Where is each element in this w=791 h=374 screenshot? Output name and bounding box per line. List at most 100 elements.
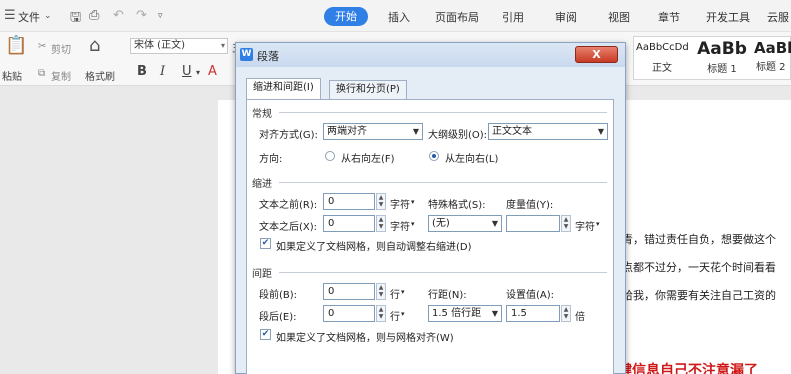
spacing-before-label: 段前(B): [259, 290, 298, 301]
tab-developer[interactable]: 开发工具 [706, 9, 750, 25]
underline-button[interactable]: U [182, 64, 192, 79]
dialog-title: 段落 [257, 50, 279, 63]
direction-label: 方向: [259, 154, 283, 165]
hamburger-icon[interactable]: ☰ [4, 8, 16, 23]
indent-after-spinner[interactable]: ▲ ▼ [376, 215, 386, 232]
section-indent: 缩进 [252, 179, 272, 190]
measure-label: 度量值(Y): [506, 200, 554, 211]
menu-bar: ☰ 文件 ⌄ 🖫 ⎙ ↶ ↷ ▿ 开始 插入 页面布局 引用 审阅 视图 章节 … [0, 0, 791, 32]
rtl-radio[interactable] [325, 151, 335, 161]
indent-before-label: 文本之前(R): [259, 200, 318, 211]
ltr-label[interactable]: 从左向右(L) [445, 150, 498, 165]
tab-insert[interactable]: 插入 [388, 9, 410, 25]
spacing-after-label: 段后(E): [259, 312, 297, 323]
format-painter-button[interactable]: 格式刷 [85, 68, 115, 83]
measure-spinner[interactable]: ▲ ▼ [561, 215, 571, 232]
dialog-title-bar[interactable]: W 段落 X [236, 43, 625, 67]
tab-panel: 常规 对齐方式(G): 两端对齐 ▼ 大纲级别(O): 正文文本 ▼ 方向: 从… [246, 99, 614, 374]
divider [279, 182, 607, 183]
document-line: 给我，你需要有关注自己工资的 [622, 289, 776, 302]
divider [279, 272, 607, 273]
divider [279, 112, 607, 113]
styles-gallery: AaBbCcDd 正文 AaBb 标题 1 AaBl 标题 2 [633, 36, 791, 80]
snap-to-grid-label[interactable]: 如果定义了文档网格，则与网格对齐(W) [276, 329, 454, 344]
copy-button[interactable]: 复制 [51, 68, 71, 83]
bold-button[interactable]: B [137, 64, 147, 79]
rtl-label[interactable]: 从右向左(F) [341, 150, 395, 165]
paste-button[interactable]: 粘贴 [2, 68, 22, 83]
chevron-down-icon[interactable]: ▾ [411, 220, 415, 228]
tab-chapter[interactable]: 章节 [658, 9, 680, 25]
cut-button[interactable]: 剪切 [51, 41, 71, 56]
line-spacing-label: 行距(N): [428, 290, 467, 301]
style-heading-2[interactable]: AaBl 标题 2 [754, 37, 791, 79]
spacing-before-unit: 行 [390, 290, 400, 301]
font-name-select[interactable]: 宋体 (正文) ▾ [130, 38, 228, 54]
auto-adjust-checkbox[interactable]: ✔ [260, 238, 271, 249]
italic-button[interactable]: I [160, 64, 165, 79]
spacing-after-unit: 行 [390, 312, 400, 323]
alignment-select[interactable]: 两端对齐 ▼ [323, 123, 423, 140]
outline-level-label: 大纲级别(O): [428, 130, 488, 141]
snap-to-grid-checkbox[interactable]: ✔ [260, 329, 271, 340]
copy-icon: ⧉ [38, 68, 46, 79]
chevron-down-icon[interactable]: ▾ [401, 288, 405, 296]
redo-icon[interactable]: ↷ [136, 8, 147, 23]
chevron-down-icon: ▾ [220, 41, 225, 50]
tab-home[interactable]: 开始 [324, 7, 368, 26]
indent-before-input[interactable]: 0 [323, 193, 375, 210]
save-icon[interactable]: 🖫 [70, 8, 81, 30]
chevron-down-icon: ▼ [491, 219, 498, 228]
special-format-select[interactable]: (无) ▼ [428, 215, 502, 232]
measure-unit: 字符 [575, 222, 595, 233]
tab-page-layout[interactable]: 页面布局 [435, 9, 479, 25]
style-normal[interactable]: AaBbCcDd 正文 [636, 37, 689, 79]
tab-cloud[interactable]: 云服 [767, 9, 789, 25]
auto-adjust-label[interactable]: 如果定义了文档网格，则自动调整右缩进(D) [276, 238, 472, 253]
outline-level-select[interactable]: 正文文本 ▼ [488, 123, 608, 140]
paragraph-dialog: W 段落 X 缩进和间距(I) 换行和分页(P) 常规 对齐方式(G): 两端对… [235, 42, 626, 374]
indent-after-input[interactable]: 0 [323, 215, 375, 232]
spacing-before-input[interactable]: 0 [323, 283, 375, 300]
wps-writer-icon: W [240, 48, 253, 61]
chevron-down-icon[interactable]: ▾ [596, 220, 600, 228]
format-painter-icon[interactable]: ⌂ [89, 35, 100, 56]
chevron-down-icon[interactable]: ⌄ [44, 11, 52, 21]
close-button[interactable]: X [575, 46, 618, 63]
setting-value-input[interactable]: 1.5 [506, 305, 560, 322]
chevron-down-icon[interactable]: ▾ [196, 68, 200, 77]
alignment-label: 对齐方式(G): [259, 130, 318, 141]
chevron-down-icon: ▼ [412, 127, 419, 136]
font-color-icon[interactable]: A [208, 64, 217, 79]
file-menu[interactable]: 文件 [18, 9, 40, 25]
ltr-radio[interactable] [429, 151, 439, 161]
style-heading-1[interactable]: AaBb 标题 1 [692, 37, 752, 79]
tab-line-page-break[interactable]: 换行和分页(P) [329, 80, 407, 99]
setting-value-unit: 倍 [575, 312, 585, 323]
indent-before-spinner[interactable]: ▲ ▼ [376, 193, 386, 210]
line-spacing-select[interactable]: 1.5 倍行距 ▼ [428, 305, 502, 322]
document-line: 点都不过分，一天花个时间看看 [622, 261, 776, 274]
chevron-down-icon: ▼ [597, 127, 604, 136]
chevron-down-icon[interactable]: ▾ [411, 198, 415, 206]
spacing-after-input[interactable]: 0 [323, 305, 375, 322]
spacing-after-spinner[interactable]: ▲ ▼ [376, 305, 386, 322]
setting-value-label: 设置值(A): [506, 290, 555, 301]
tab-indent-spacing[interactable]: 缩进和间距(I) [246, 78, 321, 100]
measure-input[interactable] [506, 215, 560, 232]
special-format-label: 特殊格式(S): [428, 200, 486, 211]
chevron-down-icon: ▼ [491, 309, 498, 318]
indent-after-unit: 字符 [390, 222, 410, 233]
chevron-down-icon[interactable]: ▾ [401, 310, 405, 318]
quick-access-dropdown-icon[interactable]: ▿ [158, 11, 163, 21]
paste-icon[interactable]: 📋 [5, 35, 27, 56]
setting-value-spinner[interactable]: ▲ ▼ [561, 305, 571, 322]
spacing-before-spinner[interactable]: ▲ ▼ [376, 283, 386, 300]
tab-view[interactable]: 视图 [608, 9, 630, 25]
section-general: 常规 [252, 109, 272, 120]
undo-icon[interactable]: ↶ [113, 8, 124, 23]
font-name-value: 宋体 (正文) [134, 40, 185, 51]
tab-references[interactable]: 引用 [502, 9, 524, 25]
tab-review[interactable]: 审阅 [555, 9, 577, 25]
print-icon[interactable]: ⎙ [89, 8, 99, 23]
